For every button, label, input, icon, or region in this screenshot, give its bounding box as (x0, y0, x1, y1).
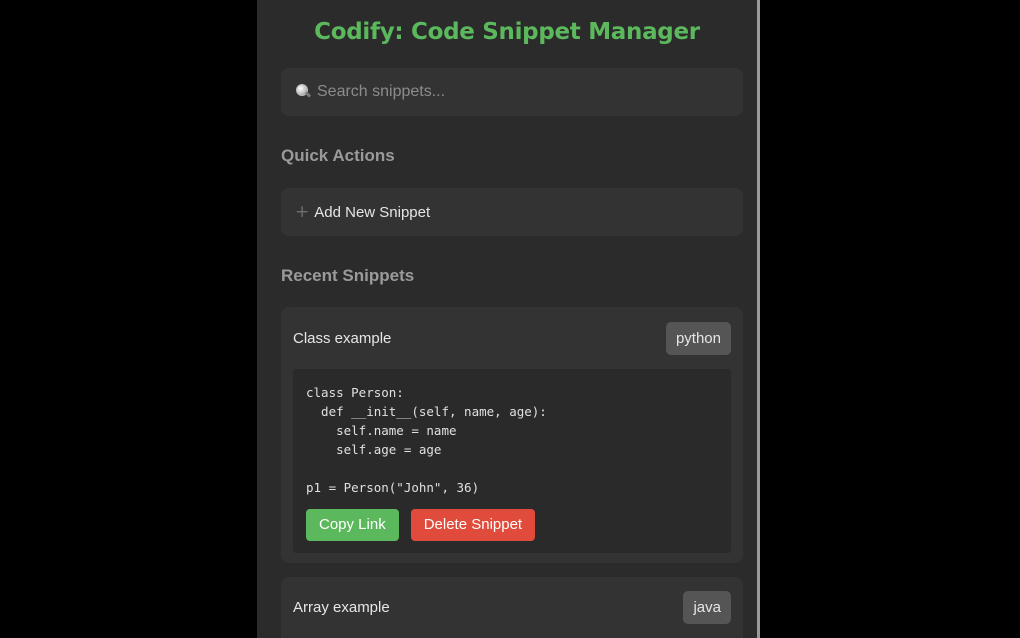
delete-snippet-button[interactable]: Delete Snippet (410, 509, 536, 541)
recent-snippets-heading: Recent Snippets (281, 266, 415, 285)
add-new-snippet-button[interactable]: + Add New Snippet (281, 188, 743, 236)
snippet-header: Array example java (281, 577, 743, 637)
snippet-header: Class example python (281, 307, 743, 369)
plus-icon: + (295, 202, 310, 222)
snippet-title: Array example (293, 598, 390, 616)
extension-popup: Codify: Code Snippet Manager Quick Actio… (257, 0, 760, 638)
app-title: Codify: Code Snippet Manager (314, 19, 700, 45)
add-new-snippet-label: Add New Snippet (314, 203, 431, 221)
search-input[interactable] (317, 83, 717, 101)
snippet-title: Class example (293, 329, 392, 347)
quick-actions-heading: Quick Actions (281, 146, 395, 165)
language-badge: java (683, 590, 731, 624)
search-bar[interactable] (281, 68, 743, 116)
copy-link-button[interactable]: Copy Link (306, 509, 399, 541)
snippet-code: class Person: def __init__(self, name, a… (306, 385, 547, 495)
magnifier-icon (295, 84, 312, 100)
snippet-card[interactable]: Array example java (281, 577, 743, 638)
language-badge: python (665, 321, 731, 355)
code-block: class Person: def __init__(self, name, a… (293, 369, 731, 553)
snippet-actions: Copy Link Delete Snippet (306, 509, 536, 541)
snippet-card: Class example python class Person: def _… (281, 307, 743, 563)
